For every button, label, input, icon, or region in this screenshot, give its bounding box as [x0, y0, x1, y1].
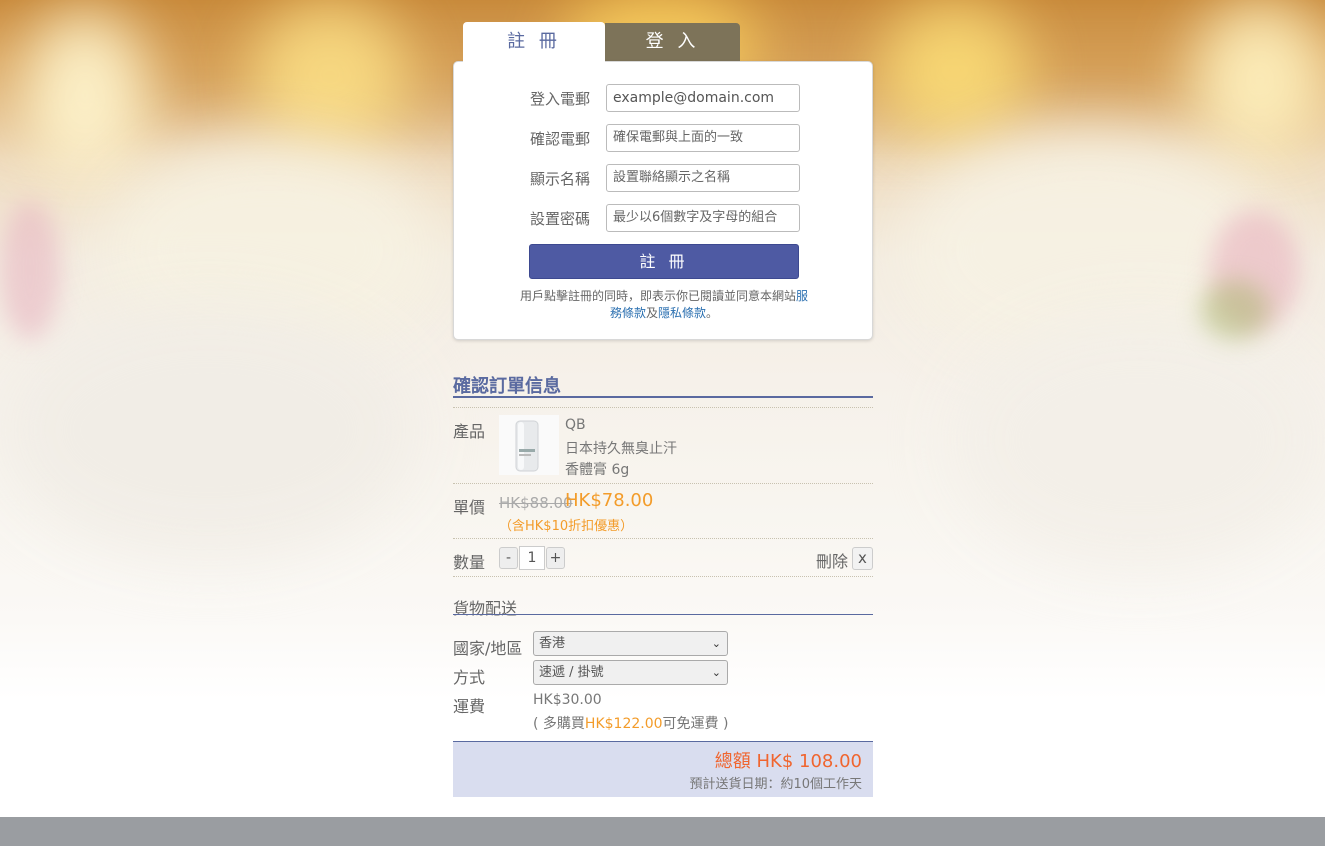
auth-tabs: 註 冊 登 入	[463, 22, 741, 63]
shipping-title-rule	[453, 614, 873, 615]
free-shipping-note: ( 多購買HK$122.00可免運費 )	[533, 713, 728, 733]
new-price: HK$78.00	[565, 490, 654, 511]
email-label: 登入電郵	[529, 90, 590, 108]
qty-plus-button[interactable]: +	[546, 547, 565, 569]
discount-note: （含HK$10折扣優惠）	[499, 519, 634, 534]
footer-bar	[0, 817, 1325, 846]
password-label: 設置密碼	[529, 210, 590, 228]
product-image[interactable]	[499, 415, 559, 475]
confirm-email-field[interactable]: 確保電郵與上面的一致	[606, 124, 800, 152]
qty-input[interactable]: 1	[519, 546, 545, 570]
country-select[interactable]: 香港 ⌄	[533, 631, 728, 656]
divider	[453, 538, 873, 539]
display-name-row: 顯示名稱 設置聯絡顯示之名稱	[454, 164, 874, 192]
fee-value: HK$30.00	[533, 692, 602, 708]
quantity-stepper: - 1 +	[499, 546, 565, 570]
free-shipping-amount: HK$122.00	[584, 716, 663, 732]
tab-register[interactable]: 註 冊	[463, 22, 605, 63]
method-label: 方式	[453, 668, 486, 687]
password-row: 設置密碼 最少以6個數字及字母的組合	[454, 204, 874, 232]
qty-minus-button[interactable]: -	[499, 547, 518, 569]
free-shipping-prefix: ( 多購買	[533, 716, 585, 732]
order-title: 確認訂單信息	[453, 376, 561, 397]
terms-note-suffix: 。	[706, 306, 719, 320]
product-name-line1: 日本持久無臭止汗	[565, 441, 677, 457]
total-amount: 總額 HK$ 108.00	[714, 751, 862, 772]
free-shipping-suffix: 可免運費 )	[662, 716, 729, 732]
product-label: 產品	[453, 422, 486, 441]
privacy-link[interactable]: 隱私條款	[658, 306, 706, 320]
quantity-label: 數量	[453, 553, 486, 572]
product-name-line2: 香體膏 6g	[565, 462, 630, 478]
display-name-field[interactable]: 設置聯絡顯示之名稱	[606, 164, 800, 192]
divider	[453, 576, 873, 577]
confirm-email-row: 確認電郵 確保電郵與上面的一致	[454, 124, 874, 152]
method-select[interactable]: 速遞 / 掛號 ⌄	[533, 660, 728, 685]
delete-label: 刪除	[816, 552, 849, 571]
terms-note-and: 及	[645, 306, 658, 320]
tab-login[interactable]: 登 入	[605, 23, 740, 61]
divider	[453, 407, 873, 408]
chevron-down-icon: ⌄	[711, 666, 721, 679]
country-label: 國家/地區	[453, 639, 523, 658]
delete-button[interactable]: x	[852, 547, 873, 570]
country-value: 香港	[539, 636, 566, 651]
order-title-rule	[453, 396, 873, 398]
old-price: HK$88.00	[499, 494, 573, 512]
confirm-email-label: 確認電郵	[529, 130, 590, 148]
order-summary: 總額 HK$ 108.00 預計送貨日期：約10個工作天	[453, 741, 873, 797]
method-value: 速遞 / 掛號	[539, 665, 604, 680]
terms-note: 用戶點擊註冊的同時，即表示你已閱讀並同意本網站服務條款及隱私條款。	[514, 288, 814, 322]
delivery-eta: 預計送貨日期：約10個工作天	[689, 777, 862, 792]
register-form: 登入電郵 example@domain.com 確認電郵 確保電郵與上面的一致 …	[453, 61, 873, 340]
divider	[453, 483, 873, 484]
shipping-title: 貨物配送	[453, 599, 518, 618]
product-brand: QB	[565, 417, 586, 433]
register-button[interactable]: 註 冊	[529, 244, 799, 279]
chevron-down-icon: ⌄	[711, 637, 721, 650]
password-field[interactable]: 最少以6個數字及字母的組合	[606, 204, 800, 232]
fee-label: 運費	[453, 697, 486, 716]
display-name-label: 顯示名稱	[529, 170, 590, 188]
email-field[interactable]: example@domain.com	[606, 84, 800, 112]
email-row: 登入電郵 example@domain.com	[454, 84, 874, 112]
terms-note-prefix: 用戶點擊註冊的同時，即表示你已閱讀並同意本網站	[519, 289, 796, 303]
unit-price-label: 單價	[453, 498, 486, 517]
